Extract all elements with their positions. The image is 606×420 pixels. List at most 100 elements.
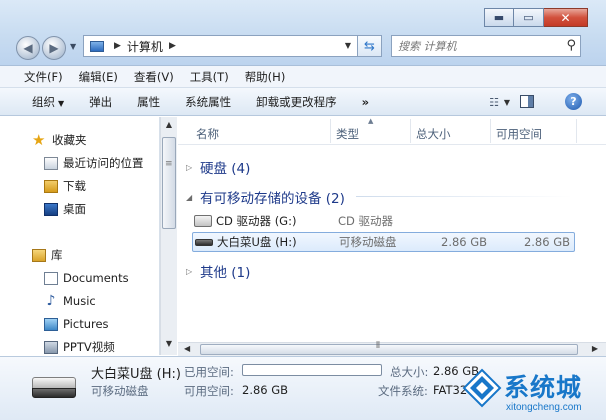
- drive-total-size: 2.86 GB: [441, 235, 488, 249]
- nav-label: 下载: [63, 179, 86, 193]
- nav-recent-places[interactable]: 最近访问的位置: [44, 153, 144, 173]
- change-view-icon[interactable]: ☷: [489, 96, 499, 109]
- group-label: 其他 (1): [200, 265, 251, 281]
- details-used-label: 已用空间:: [184, 365, 234, 379]
- column-divider[interactable]: [410, 119, 411, 143]
- breadcrumb-chevron-icon[interactable]: ▶: [114, 41, 121, 51]
- group-label: 有可移动存储的设备 (2): [200, 191, 345, 207]
- breadcrumb-computer[interactable]: 计算机: [127, 38, 163, 55]
- window-controls: ▬ ▭ ✕: [484, 8, 588, 27]
- drive-type: CD 驱动器: [338, 214, 394, 228]
- system-properties-button[interactable]: 系统属性: [185, 94, 231, 110]
- search-box[interactable]: ⚲: [391, 35, 581, 57]
- expand-triangle-icon[interactable]: ▷: [186, 163, 194, 172]
- video-icon: [44, 340, 58, 354]
- arrow-left-icon: ◀: [23, 41, 33, 55]
- group-other[interactable]: ▷ 其他 (1): [186, 261, 250, 281]
- recent-pages-dropdown[interactable]: ▼: [70, 42, 76, 51]
- nav-documents[interactable]: Documents: [44, 268, 129, 288]
- content-horizontal-scrollbar[interactable]: ◀ ⦀ ▶: [178, 341, 606, 356]
- content-pane: 名称 ▲ 类型 总大小 可用空间 ▷ 硬盘 (4) ◢ 有可移动存储的设备 (2…: [178, 117, 606, 342]
- downloads-folder-icon: [44, 179, 58, 193]
- nav-libraries[interactable]: 库: [32, 245, 63, 265]
- drive-row-usb[interactable]: 大白菜U盘 (H:) 可移动磁盘 2.86 GB 2.86 GB: [192, 232, 575, 252]
- drive-type: 可移动磁盘: [339, 235, 397, 249]
- desktop-icon: [44, 202, 58, 216]
- help-icon[interactable]: ?: [565, 93, 582, 110]
- more-commands-button[interactable]: »: [362, 95, 369, 109]
- nav-music[interactable]: ♪ Music: [44, 291, 96, 311]
- details-free-label: 可用空间:: [184, 384, 234, 398]
- scroll-right-icon[interactable]: ▶: [592, 344, 598, 353]
- eject-button[interactable]: 弹出: [89, 94, 112, 110]
- nav-desktop[interactable]: 桌面: [44, 199, 86, 219]
- view-options-dropdown[interactable]: ▼: [504, 98, 510, 107]
- menu-view[interactable]: 查看(V): [134, 69, 174, 85]
- column-header: 名称 ▲ 类型 总大小 可用空间: [178, 117, 606, 145]
- address-bar[interactable]: ▶ 计算机 ▶ ▼: [83, 35, 358, 57]
- watermark-url: xitongcheng.com: [506, 402, 582, 413]
- column-name[interactable]: 名称: [196, 126, 219, 142]
- details-free-value: 2.86 GB: [242, 383, 289, 397]
- column-divider[interactable]: [490, 119, 491, 143]
- group-removable-storage[interactable]: ◢ 有可移动存储的设备 (2): [186, 187, 572, 207]
- nav-label: PPTV视频: [63, 340, 115, 354]
- nav-label: 收藏夹: [52, 133, 87, 147]
- refresh-icon: ⇆: [364, 38, 375, 54]
- menu-file[interactable]: 文件(F): [24, 69, 63, 85]
- drive-name: CD 驱动器 (G:): [216, 214, 297, 228]
- details-total-label: 总大小:: [390, 365, 429, 379]
- close-button[interactable]: ✕: [544, 8, 588, 27]
- organize-label: 组织: [32, 94, 55, 109]
- nav-downloads[interactable]: 下载: [44, 176, 86, 196]
- drive-free-space: 2.86 GB: [523, 235, 570, 249]
- usb-drive-icon: [195, 238, 213, 246]
- cd-drive-icon: [194, 215, 212, 227]
- documents-icon: [44, 271, 58, 285]
- nav-vertical-scrollbar[interactable]: ▲ ≡ ▼: [160, 117, 177, 355]
- properties-button[interactable]: 属性: [137, 94, 160, 110]
- menu-edit[interactable]: 编辑(E): [79, 69, 118, 85]
- collapse-triangle-icon[interactable]: ◢: [186, 193, 194, 202]
- search-icon[interactable]: ⚲: [566, 38, 576, 53]
- window-titlebar: ▬ ▭ ✕ ◀ ▶ ▼ ▶ 计算机 ▶ ▼ ⇆ ⚲: [0, 0, 606, 66]
- scroll-grip-icon: ⦀: [376, 341, 380, 351]
- scroll-down-icon[interactable]: ▼: [161, 339, 177, 353]
- menu-tools[interactable]: 工具(T): [190, 69, 229, 85]
- scroll-up-icon[interactable]: ▲: [161, 120, 177, 134]
- nav-favorites[interactable]: ★ 收藏夹: [32, 130, 87, 150]
- scroll-grip-icon: ≡: [165, 159, 173, 169]
- maximize-button[interactable]: ▭: [514, 8, 544, 27]
- column-divider[interactable]: [330, 119, 331, 143]
- watermark-logo-icon: [462, 368, 502, 408]
- column-type[interactable]: 类型: [336, 126, 359, 142]
- forward-button[interactable]: ▶: [42, 36, 66, 60]
- preview-pane-icon[interactable]: [520, 95, 534, 108]
- column-total-size[interactable]: 总大小: [416, 126, 451, 142]
- menu-bar: 文件(F) 编辑(E) 查看(V) 工具(T) 帮助(H): [0, 66, 606, 88]
- removable-drive-icon: [32, 377, 76, 399]
- drive-row-cd[interactable]: CD 驱动器 (G:) CD 驱动器: [192, 211, 575, 231]
- refresh-button[interactable]: ⇆: [358, 35, 382, 57]
- nav-label: 桌面: [63, 202, 86, 216]
- column-free-space[interactable]: 可用空间: [496, 126, 542, 142]
- uninstall-program-button[interactable]: 卸载或更改程序: [256, 94, 337, 110]
- pictures-icon: [44, 317, 58, 331]
- nav-pptv-video[interactable]: PPTV视频: [44, 337, 115, 355]
- scroll-thumb[interactable]: [200, 344, 578, 355]
- address-dropdown-icon[interactable]: ▼: [345, 41, 351, 50]
- organize-button[interactable]: 组织 ▼: [32, 94, 64, 110]
- search-input[interactable]: [398, 39, 553, 53]
- scroll-left-icon[interactable]: ◀: [184, 344, 190, 353]
- nav-pictures[interactable]: Pictures: [44, 314, 109, 334]
- chevron-down-icon: ▼: [58, 98, 65, 108]
- back-button[interactable]: ◀: [16, 36, 40, 60]
- column-divider[interactable]: [576, 119, 577, 143]
- minimize-button[interactable]: ▬: [484, 8, 514, 27]
- expand-triangle-icon[interactable]: ▷: [186, 267, 194, 276]
- menu-help[interactable]: 帮助(H): [245, 69, 286, 85]
- scroll-thumb[interactable]: [162, 137, 176, 229]
- group-hard-disks[interactable]: ▷ 硬盘 (4): [186, 157, 250, 177]
- watermark: 系统城 xitongcheng.com: [456, 358, 606, 420]
- breadcrumb-chevron-icon[interactable]: ▶: [169, 41, 176, 51]
